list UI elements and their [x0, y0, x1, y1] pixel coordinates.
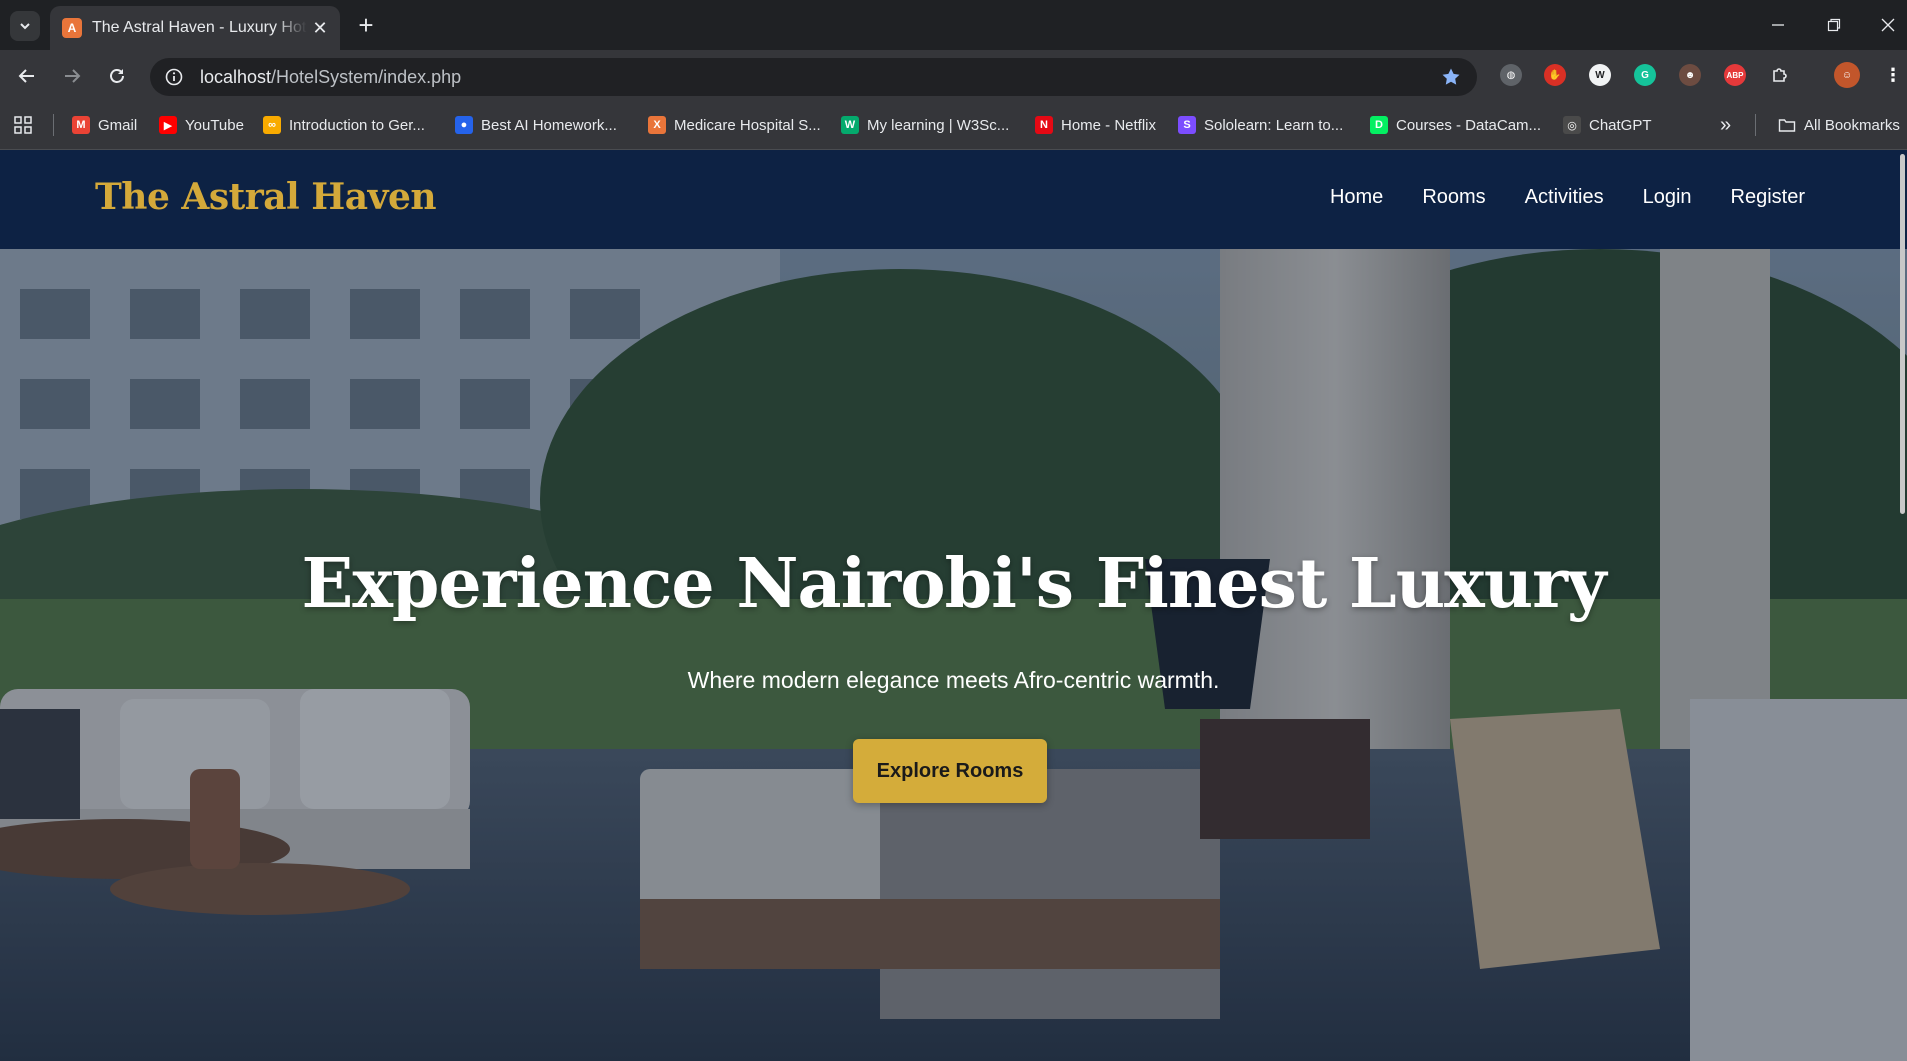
extensions-puzzle-icon[interactable] — [1769, 64, 1791, 86]
reload-icon — [110, 69, 124, 83]
scrollbar-thumb[interactable] — [1900, 154, 1905, 514]
minimize-button[interactable] — [1763, 10, 1793, 40]
explore-rooms-button[interactable]: Explore Rooms — [853, 739, 1047, 803]
xampp-icon: X — [648, 116, 666, 134]
bookmark-label: YouTube — [185, 116, 244, 134]
nav-link-register[interactable]: Register — [1731, 186, 1805, 209]
hero-title: Experience Nairobi's Finest Luxury — [301, 544, 1606, 624]
bookmark-label: ChatGPT — [1589, 116, 1652, 134]
apps-grid-icon[interactable] — [14, 113, 32, 137]
netflix-icon: N — [1035, 116, 1053, 134]
bookmark-star-icon[interactable] — [1441, 67, 1461, 92]
browser-menu-icon[interactable]: ⋮ — [1882, 64, 1904, 86]
address-bar[interactable]: localhost/HotelSystem/index.php — [150, 58, 1477, 96]
youtube-icon: ▶ — [159, 116, 177, 134]
all-bookmarks-button[interactable]: All Bookmarks — [1778, 113, 1900, 137]
bookmark-item[interactable]: W My learning | W3Sc... — [841, 113, 1009, 137]
avatar-extension-icon[interactable]: ☻ — [1679, 64, 1701, 86]
grammarly-extension-icon[interactable]: G — [1634, 64, 1656, 86]
bookmark-label: Best AI Homework... — [481, 116, 617, 134]
page-scrollbar[interactable] — [1898, 150, 1907, 1061]
close-tab-icon[interactable]: ✕ — [310, 18, 330, 39]
bookmark-item[interactable]: ▶ YouTube — [159, 113, 244, 137]
url-path: /HotelSystem/index.php — [271, 66, 462, 87]
nav-link-login[interactable]: Login — [1643, 186, 1692, 209]
site-navbar: The Astral Haven Home Rooms Activities L… — [0, 150, 1907, 249]
nav-link-rooms[interactable]: Rooms — [1422, 186, 1485, 209]
back-button[interactable] — [11, 60, 43, 92]
bookmark-label: Courses - DataCam... — [1396, 116, 1542, 134]
bookmark-label: Medicare Hospital S... — [674, 116, 821, 134]
minimize-icon — [1772, 24, 1784, 26]
forward-arrow-icon — [65, 69, 81, 83]
bookmark-item[interactable]: ◎ ChatGPT — [1563, 113, 1652, 137]
wordtune-extension-icon[interactable]: W — [1589, 64, 1611, 86]
bookmark-item[interactable]: ● Best AI Homework... — [455, 113, 617, 137]
xampp-icon: A — [62, 18, 82, 38]
site-info-icon[interactable] — [156, 59, 192, 95]
bookmark-item[interactable]: X Medicare Hospital S... — [648, 113, 821, 137]
datacamp-icon: D — [1370, 116, 1388, 134]
bookmarks-bar: M Gmail ▶ YouTube ∞ Introduction to Ger... ● Be… — [0, 100, 1907, 150]
bookmark-label: Sololearn: Learn to... — [1204, 116, 1344, 134]
bookmark-item[interactable]: ∞ Introduction to Ger... — [263, 113, 425, 137]
colab-icon: ∞ — [263, 116, 281, 134]
browser-tab-active[interactable]: A The Astral Haven - Luxury Hotel ✕ — [50, 6, 340, 50]
bookmark-label: Introduction to Ger... — [289, 116, 425, 134]
chatgpt-icon: ◎ — [1563, 116, 1581, 134]
address-url[interactable]: localhost/HotelSystem/index.php — [200, 67, 461, 88]
new-tab-button[interactable]: + — [352, 12, 380, 40]
site-nav-links: Home Rooms Activities Login Register — [1330, 186, 1805, 209]
hero-section: Experience Nairobi's Finest Luxury Where… — [0, 249, 1907, 1061]
bookmark-label: Home - Netflix — [1061, 116, 1157, 134]
reload-button[interactable] — [101, 60, 133, 92]
close-icon — [1881, 18, 1895, 32]
red-extension-icon[interactable]: ✋ — [1544, 64, 1566, 86]
profile-avatar[interactable]: ☺ — [1834, 62, 1860, 88]
hero-subtitle: Where modern elegance meets Afro-centric… — [687, 667, 1220, 693]
globe-extension-icon[interactable]: ◍ — [1500, 64, 1522, 86]
bookmark-item[interactable]: D Courses - DataCam... — [1370, 113, 1541, 137]
bookmarks-separator — [53, 114, 54, 136]
sololearn-icon: S — [1178, 116, 1196, 134]
bookmark-item[interactable]: M Gmail — [72, 113, 137, 137]
browser-tabstrip: A The Astral Haven - Luxury Hotel ✕ + — [0, 0, 1907, 50]
restore-button[interactable] — [1819, 10, 1849, 40]
nav-link-home[interactable]: Home — [1330, 186, 1383, 209]
adblock-plus-extension-icon[interactable]: ABP — [1724, 64, 1746, 86]
folder-icon — [1778, 119, 1796, 132]
bookmarks-overflow-button[interactable]: » — [1720, 113, 1731, 137]
restore-icon — [1827, 18, 1841, 32]
gmail-icon: M — [72, 116, 90, 134]
hero-overlay — [0, 249, 1907, 1061]
ai-homework-icon: ● — [455, 116, 473, 134]
back-arrow-icon — [18, 69, 34, 83]
forward-button[interactable] — [56, 60, 88, 92]
tab-title: The Astral Haven - Luxury Hotel — [92, 19, 307, 36]
chevron-down-icon — [20, 23, 30, 30]
browser-toolbar: localhost/HotelSystem/index.php ◍ ✋ W G … — [0, 50, 1907, 100]
tab-search-button[interactable] — [10, 11, 40, 41]
bookmark-item[interactable]: N Home - Netflix — [1035, 113, 1156, 137]
bookmark-item[interactable]: S Sololearn: Learn to... — [1178, 113, 1343, 137]
bookmark-label: Gmail — [98, 116, 138, 134]
nav-link-activities[interactable]: Activities — [1525, 186, 1604, 209]
bookmarks-separator — [1755, 114, 1756, 136]
close-window-button[interactable] — [1873, 10, 1903, 40]
hotel-website: The Astral Haven Home Rooms Activities L… — [0, 150, 1907, 1061]
w3schools-icon: W — [841, 116, 859, 134]
url-host: localhost — [200, 66, 272, 87]
all-bookmarks-label: All Bookmarks — [1804, 116, 1900, 134]
site-brand-logo[interactable]: The Astral Haven — [95, 176, 437, 218]
bookmark-label: My learning | W3Sc... — [867, 116, 1010, 134]
